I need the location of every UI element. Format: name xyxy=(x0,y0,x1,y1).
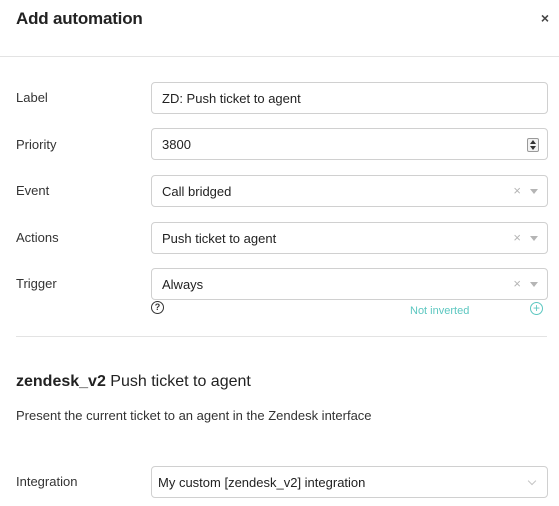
label-input-value: ZD: Push ticket to agent xyxy=(162,91,301,106)
trigger-caret-icon[interactable] xyxy=(530,282,538,287)
trigger-field-label: Trigger xyxy=(16,276,57,291)
priority-stepper[interactable] xyxy=(527,138,539,152)
integration-type: zendesk_v2 xyxy=(16,373,106,390)
trigger-select[interactable]: Always × xyxy=(151,268,548,300)
trigger-clear-icon[interactable]: × xyxy=(513,276,521,291)
action-name: Push ticket to agent xyxy=(110,373,251,390)
event-select[interactable]: Call bridged × xyxy=(151,175,548,207)
trigger-select-value: Always xyxy=(162,277,204,292)
stepper-down-icon[interactable] xyxy=(530,146,536,150)
dialog-header: Add automation × xyxy=(0,0,559,57)
event-select-value: Call bridged xyxy=(162,184,232,199)
add-trigger-icon[interactable]: + xyxy=(530,302,543,315)
stepper-up-icon[interactable] xyxy=(530,140,536,144)
label-field-label: Label xyxy=(16,90,48,105)
actions-select[interactable]: Push ticket to agent × xyxy=(151,222,548,254)
actions-field-label: Actions xyxy=(16,230,59,245)
integration-select-value: My custom [zendesk_v2] integration xyxy=(158,475,366,490)
event-clear-icon[interactable]: × xyxy=(513,183,521,198)
actions-caret-icon[interactable] xyxy=(530,236,538,241)
actions-select-value: Push ticket to agent xyxy=(162,231,277,246)
action-section-title: zendesk_v2 Push ticket to agent xyxy=(16,373,251,391)
priority-input-value: 3800 xyxy=(162,137,191,152)
help-icon[interactable]: ? xyxy=(151,301,164,314)
priority-input[interactable]: 3800 xyxy=(151,128,548,160)
integration-field-label: Integration xyxy=(16,474,78,489)
section-divider xyxy=(16,336,547,337)
dialog-title: Add automation xyxy=(16,9,143,28)
integration-select[interactable]: My custom [zendesk_v2] integration xyxy=(151,466,548,498)
chevron-down-icon[interactable] xyxy=(527,476,537,486)
priority-field-label: Priority xyxy=(16,137,57,152)
label-input[interactable]: ZD: Push ticket to agent xyxy=(151,82,548,114)
actions-clear-icon[interactable]: × xyxy=(513,230,521,245)
event-field-label: Event xyxy=(16,183,50,198)
close-icon[interactable]: × xyxy=(541,11,549,25)
event-caret-icon[interactable] xyxy=(530,189,538,194)
action-description: Present the current ticket to an agent i… xyxy=(16,408,372,423)
invert-toggle[interactable]: Not inverted xyxy=(410,305,469,317)
